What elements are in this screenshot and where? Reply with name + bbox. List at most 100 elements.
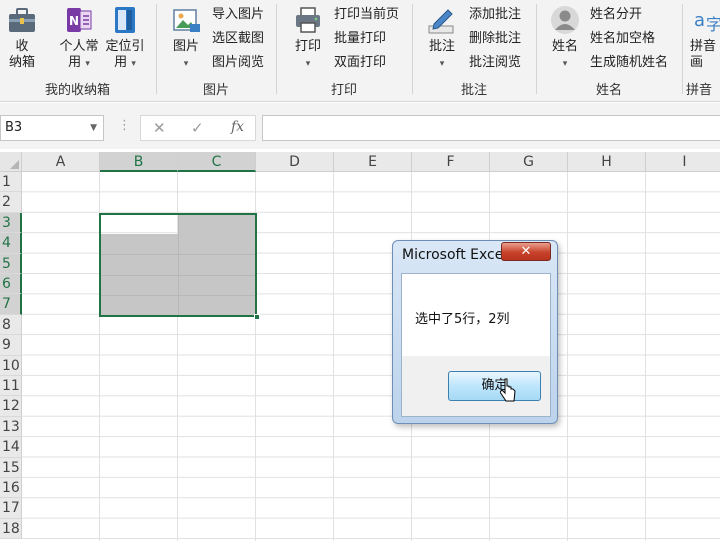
dialog-title: Microsoft Excel [402, 247, 508, 263]
svg-text:a: a [694, 10, 705, 31]
comment-button[interactable]: 批注 ▾ [424, 4, 460, 72]
split-name-button[interactable]: 姓名分开 [590, 6, 642, 24]
generate-random-names-button[interactable]: 生成随机姓名 [590, 54, 668, 72]
toolbox-icon [9, 8, 35, 32]
column-header-d[interactable]: D [256, 152, 334, 172]
pinyin-button[interactable]: a 字 拼音 画 [690, 4, 720, 71]
formula-tools: ✕ ✓ fx [140, 115, 256, 141]
picture-button[interactable]: 图片 ▾ [168, 4, 204, 72]
dialog-close-button[interactable]: ✕ [501, 242, 551, 261]
row-header-14[interactable]: 14 [0, 437, 22, 458]
dropdown-arrow-icon: ▾ [305, 59, 311, 69]
row-header-2[interactable]: 2 [0, 192, 22, 213]
column-header-a[interactable]: A [22, 152, 100, 172]
row-header-4[interactable]: 4 [0, 233, 22, 254]
column-header-i[interactable]: I [646, 152, 720, 172]
group-separator [682, 4, 683, 94]
column-header-h[interactable]: H [568, 152, 646, 172]
group-comment: 批注 ▾ 添加批注 删除批注 批注阅览 批注 [414, 0, 534, 101]
row-header-17[interactable]: 17 [0, 498, 22, 519]
column-header-c[interactable]: C [178, 152, 256, 172]
name-button[interactable]: 姓名 ▾ [547, 4, 583, 72]
row-header-18[interactable]: 18 [0, 518, 22, 540]
group-separator [412, 4, 413, 94]
row-header-3[interactable]: 3 [0, 212, 22, 234]
row-header-11[interactable]: 11 [0, 376, 22, 397]
spreadsheet-grid: ABCDEFGHI 1 2 3 4 5 6 7 8 9 10 11 12 13 14 15 16 17 18 [0, 152, 720, 541]
insert-function-icon[interactable]: fx [231, 119, 244, 135]
print-button[interactable]: 打印 ▾ [290, 4, 326, 72]
name-box[interactable]: B3 ▼ [0, 115, 104, 141]
picture-view-button[interactable]: 图片阅览 [212, 54, 264, 72]
import-picture-button[interactable]: 导入图片 [212, 6, 264, 24]
person-avatar-icon [551, 6, 579, 34]
delete-comment-button[interactable]: 删除批注 [469, 30, 521, 48]
group-separator [156, 4, 157, 94]
pinyin-label: 拼音 画 [690, 39, 717, 70]
dialog-message: 选中了5行，2列 [415, 312, 510, 327]
row-header-9[interactable]: 9 [0, 335, 22, 356]
group-name: 姓名 ▾ 姓名分开 姓名加空格 生成随机姓名 姓名 [538, 0, 680, 101]
group-label-comment: 批注 [460, 83, 487, 98]
group-pinyin: a 字 拼音 画 拼音 [686, 0, 720, 101]
svg-text:N: N [69, 14, 79, 28]
group-my-box: 收 纳箱 N 个人常 用 ▾ 定位引 用 ▾ 我的收纳箱 [0, 0, 155, 101]
personal-common-button[interactable]: N 个人常 用 ▾ [56, 4, 102, 72]
group-picture: 图片 ▾ 导入图片 选区截图 图片阅览 图片 [158, 0, 274, 101]
row-header-12[interactable]: 12 [0, 396, 22, 417]
row-header-13[interactable]: 13 [0, 416, 22, 438]
svg-text:字: 字 [706, 15, 720, 34]
group-label-picture: 图片 [202, 83, 229, 98]
group-label-pinyin: 拼音 [686, 83, 713, 98]
region-screenshot-button[interactable]: 选区截图 [212, 30, 264, 48]
column-header-e[interactable]: E [334, 152, 412, 172]
select-all-corner[interactable] [0, 152, 22, 172]
dropdown-arrow-icon: ▾ [562, 59, 568, 69]
row-header-10[interactable]: 10 [0, 355, 22, 376]
message-dialog: Microsoft Excel ✕ 选中了5行，2列 确定 [392, 240, 558, 424]
dialog-message-area: 选中了5行，2列 [402, 274, 550, 356]
batch-print-button[interactable]: 批量打印 [334, 30, 386, 48]
fill-handle[interactable] [254, 314, 260, 320]
row-header-7[interactable]: 7 [0, 294, 22, 315]
picture-label: 图片 [172, 39, 199, 54]
group-separator [276, 4, 277, 94]
duplex-print-button[interactable]: 双面打印 [334, 54, 386, 72]
formula-input[interactable] [262, 115, 720, 141]
name-box-value: B3 [5, 120, 23, 135]
enter-icon[interactable]: ✓ [191, 119, 204, 137]
row-header-1[interactable]: 1 [0, 172, 22, 193]
column-header-f[interactable]: F [412, 152, 490, 172]
print-current-page-button[interactable]: 打印当前页 [334, 6, 399, 24]
collect-box-button[interactable]: 收 纳箱 [4, 4, 40, 71]
ok-button[interactable]: 确定 [448, 371, 541, 401]
comment-label: 批注 [428, 39, 455, 54]
add-comment-button[interactable]: 添加批注 [469, 6, 521, 24]
name-label: 姓名 [551, 39, 578, 54]
column-header-b[interactable]: B [100, 152, 178, 172]
print-label: 打印 [294, 39, 321, 54]
dropdown-arrow-icon: ▾ [439, 59, 445, 69]
selection-border [99, 213, 257, 317]
view-comment-button[interactable]: 批注阅览 [469, 54, 521, 72]
cancel-icon[interactable]: ✕ [153, 119, 166, 137]
locate-reference-label: 定位引 用 ▾ [105, 39, 145, 70]
dropdown-arrow-icon: ▾ [85, 59, 90, 69]
row-header-15[interactable]: 15 [0, 457, 22, 478]
printer-icon [296, 7, 320, 33]
name-add-space-button[interactable]: 姓名加空格 [590, 30, 655, 48]
row-header-5[interactable]: 5 [0, 253, 22, 274]
comment-pen-icon [428, 9, 454, 34]
group-separator [536, 4, 537, 94]
column-header-g[interactable]: G [490, 152, 568, 172]
row-header-16[interactable]: 16 [0, 478, 22, 499]
formula-bar-resize-handle[interactable]: ⋮ [118, 118, 131, 133]
locate-reference-button[interactable]: 定位引 用 ▾ [102, 4, 148, 72]
name-box-dropdown-icon[interactable]: ▼ [90, 116, 97, 140]
onenote-icon: N [67, 8, 92, 32]
pinyin-icon: a 字 [694, 10, 720, 34]
collect-box-label: 收 纳箱 [8, 39, 35, 70]
locate-reference-icon [115, 7, 135, 33]
row-header-6[interactable]: 6 [0, 274, 22, 295]
row-header-8[interactable]: 8 [0, 314, 22, 336]
